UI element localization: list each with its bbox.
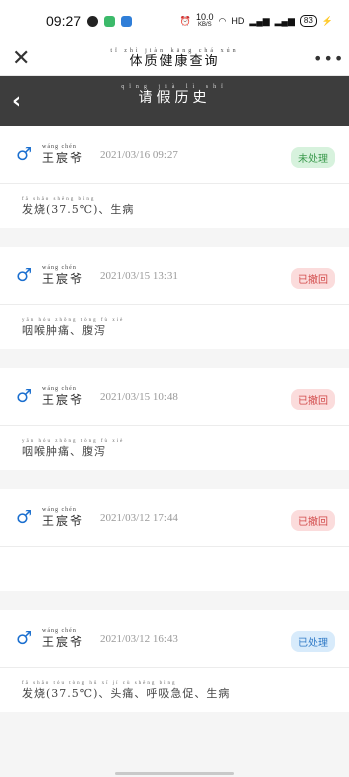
record-header: ♂ wáng chén 王宸爷 2021/03/12 17:44 已撤回 <box>0 489 349 547</box>
student-name-text: 王宸爷 <box>42 272 85 286</box>
alarm-icon: ⏰ <box>179 15 192 26</box>
record-header: ♂ wáng chén 王宸爷 2021/03/15 10:48 已撤回 <box>0 368 349 426</box>
student-name: wáng chén 王宸爷 <box>42 144 84 165</box>
symptom-text: yān hóu zhǒng tòng fù xiè 咽喉肿痛、腹泻 <box>22 438 124 459</box>
status-badge: 已撤回 <box>291 510 335 531</box>
network-speed: 10.0 KB/S <box>196 13 214 29</box>
record-header: ♂ wáng chén 王宸爷 2021/03/16 09:27 未处理 <box>0 126 349 184</box>
symptom-text: fā shāo tóu tòng hū xī jí cù shēng bìng … <box>22 680 230 701</box>
student-name-pinyin: wáng chén <box>42 628 77 634</box>
male-gender-icon: ♂ <box>16 386 33 407</box>
app-title-bar: ✕ tǐ zhì jiàn kāng chá xún 体质健康查询 ••• <box>0 42 349 76</box>
symptom-text: yān hóu zhǒng tòng fù xiè 咽喉肿痛、腹泻 <box>22 317 124 338</box>
male-gender-icon: ♂ <box>16 265 33 286</box>
record-symptoms: yān hóu zhǒng tòng fù xiè 咽喉肿痛、腹泻 <box>0 305 349 349</box>
hd-label: HD <box>231 16 245 26</box>
status-badge: 已撤回 <box>291 389 335 410</box>
record-symptoms: yān hóu zhǒng tòng fù xiè 咽喉肿痛、腹泻 <box>0 426 349 470</box>
record-header: ♂ wáng chén 王宸爷 2021/03/12 16:43 已处理 <box>0 610 349 668</box>
record-datetime: 2021/03/16 09:27 <box>100 148 178 161</box>
record-datetime: 2021/03/12 17:44 <box>100 511 178 524</box>
charging-icon: ⚡ <box>321 15 333 26</box>
status-badge: 未处理 <box>291 147 335 168</box>
status-bar-left: 09:27 <box>46 13 133 29</box>
network-speed-value: 10.0 <box>196 12 214 22</box>
student-name-text: 王宸爷 <box>42 514 85 528</box>
status-bar: 09:27 ⏰ 10.0 KB/S ◠ HD ▂▄▆ ▂▄▆ 83 ⚡ <box>0 0 349 42</box>
student-name-pinyin: wáng chén <box>42 386 77 392</box>
record-datetime: 2021/03/15 10:48 <box>100 390 178 403</box>
close-button[interactable]: ✕ <box>12 46 36 71</box>
student-name-pinyin: wáng chén <box>42 144 77 150</box>
page-header: ‹ qǐng jià lì shǐ 请假历史 <box>0 76 349 126</box>
status-badge: 已处理 <box>291 631 335 652</box>
student-name-text: 王宸爷 <box>42 635 85 649</box>
signal-icon: ▂▄▆ <box>249 15 270 26</box>
page-title: qǐng jià lì shǐ 请假历史 <box>0 84 349 105</box>
leave-record-list: ♂ wáng chén 王宸爷 2021/03/16 09:27 未处理 fā … <box>0 126 349 712</box>
record-datetime: 2021/03/15 13:31 <box>100 269 178 282</box>
student-name: wáng chén 王宸爷 <box>42 507 84 528</box>
record-symptoms: fā shāo shēng bìng 发烧(37.5℃)、生病 <box>0 184 349 228</box>
male-gender-icon: ♂ <box>16 144 33 165</box>
symptom-pinyin: yān hóu zhǒng tòng fù xiè <box>22 317 125 323</box>
symptom-pinyin: fā shāo shēng bìng <box>22 196 96 202</box>
message-app-icon <box>104 15 116 27</box>
symptom-pinyin: fā shāo tóu tòng hū xī jí cù shēng bìng <box>22 680 177 686</box>
symptom-label: 咽喉肿痛、腹泻 <box>22 323 106 337</box>
student-name-text: 王宸爷 <box>42 393 85 407</box>
status-badge: 已撤回 <box>291 268 335 289</box>
male-gender-icon: ♂ <box>16 628 33 649</box>
symptom-text: fā shāo shēng bìng 发烧(37.5℃)、生病 <box>22 196 134 217</box>
student-name: wáng chén 王宸爷 <box>42 386 84 407</box>
symptom-label: 发烧(37.5℃)、头痛、呼吸急促、生病 <box>22 686 231 700</box>
leave-record-card[interactable]: ♂ wáng chén 王宸爷 2021/03/12 17:44 已撤回 <box>0 489 349 591</box>
male-gender-icon: ♂ <box>16 507 33 528</box>
clock: 09:27 <box>46 13 82 29</box>
app-title: tǐ zhì jiàn kāng chá xún 体质健康查询 <box>110 48 238 69</box>
student-name: wáng chén 王宸爷 <box>42 265 84 286</box>
battery-icon: 83 <box>299 15 317 27</box>
page: 09:27 ⏰ 10.0 KB/S ◠ HD ▂▄▆ ▂▄▆ 83 ⚡ ✕ tǐ… <box>0 0 349 777</box>
symptom-label: 咽喉肿痛、腹泻 <box>22 444 106 458</box>
record-header: ♂ wáng chén 王宸爷 2021/03/15 13:31 已撤回 <box>0 247 349 305</box>
symptom-label: 发烧(37.5℃)、生病 <box>22 202 135 216</box>
leave-record-card[interactable]: ♂ wáng chén 王宸爷 2021/03/16 09:27 未处理 fā … <box>0 126 349 228</box>
notification-icon <box>87 15 99 27</box>
home-indicator[interactable] <box>115 772 234 775</box>
network-speed-unit: KB/S <box>197 22 212 28</box>
student-name-pinyin: wáng chén <box>42 265 77 271</box>
record-datetime: 2021/03/12 16:43 <box>100 632 178 645</box>
chat-app-icon <box>121 15 133 27</box>
more-button[interactable]: ••• <box>313 49 343 68</box>
record-symptoms: fā shāo tóu tòng hū xī jí cù shēng bìng … <box>0 668 349 712</box>
status-bar-right: ⏰ 10.0 KB/S ◠ HD ▂▄▆ ▂▄▆ 83 ⚡ <box>180 13 333 29</box>
symptom-pinyin: yān hóu zhǒng tòng fù xiè <box>22 438 125 444</box>
leave-record-card[interactable]: ♂ wáng chén 王宸爷 2021/03/12 16:43 已处理 fā … <box>0 610 349 712</box>
student-name-text: 王宸爷 <box>42 151 85 165</box>
student-name-pinyin: wáng chén <box>42 507 77 513</box>
signal-icon-2: ▂▄▆ <box>274 15 295 26</box>
leave-record-card[interactable]: ♂ wáng chén 王宸爷 2021/03/15 13:31 已撤回 yān… <box>0 247 349 349</box>
leave-record-card[interactable]: ♂ wáng chén 王宸爷 2021/03/15 10:48 已撤回 yān… <box>0 368 349 470</box>
app-title-text: 体质健康查询 <box>129 54 220 69</box>
wifi-icon: ◠ <box>218 15 227 26</box>
student-name: wáng chén 王宸爷 <box>42 628 84 649</box>
page-title-text: 请假历史 <box>138 90 211 106</box>
record-symptoms <box>0 547 349 591</box>
